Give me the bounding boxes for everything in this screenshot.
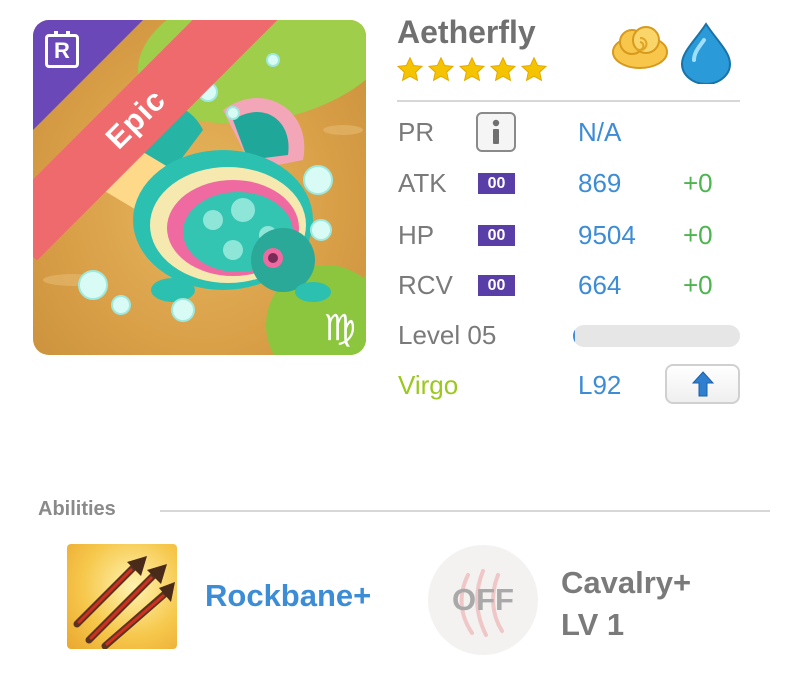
cloud-icon: [612, 26, 668, 69]
abilities-heading: Abilities: [38, 498, 116, 520]
ability-cavalry-level: LV 1: [561, 607, 625, 642]
star-rating: [396, 56, 548, 84]
rcv-value: 664: [578, 270, 622, 300]
ability-cavalry-icon[interactable]: OFF: [428, 545, 538, 655]
hp-value: 9504: [578, 220, 636, 250]
info-icon: [492, 119, 500, 144]
ability-name-rockbane: Rockbane+: [205, 578, 372, 613]
ability-cavalry-name: Cavalry+: [561, 565, 692, 600]
ability-off-status: OFF: [452, 582, 514, 617]
star-icon: [489, 56, 517, 82]
info-button[interactable]: [476, 112, 516, 152]
hp-label: HP: [398, 220, 435, 250]
zodiac-level: L92: [578, 370, 622, 400]
element-icons: [610, 22, 734, 84]
rarity-badge-icon: R: [45, 31, 79, 68]
atk-value: 869: [578, 168, 622, 198]
hp-bonus: +0: [683, 220, 713, 250]
up-arrow-icon: [691, 371, 714, 397]
atk-bonus: +0: [683, 168, 713, 198]
abilities-divider: [160, 510, 770, 512]
rcv-plus-badge: 00: [478, 275, 515, 296]
pr-label: PR: [398, 117, 435, 147]
rcv-bonus: +0: [683, 270, 713, 300]
arrows-icon: [73, 556, 175, 649]
atk-label: ATK: [398, 168, 447, 198]
pr-value: N/A: [578, 117, 622, 147]
monster-name: Aetherfly: [397, 14, 536, 50]
level-label: Level 05: [398, 320, 497, 350]
ability-name-cavalry: Cavalry+ LV 1: [561, 562, 691, 646]
header-divider: [397, 100, 740, 102]
zodiac-label: Virgo: [398, 370, 459, 400]
monster-portrait[interactable]: Epic R ♍: [33, 20, 366, 355]
exp-progress-bar: [573, 325, 740, 347]
star-icon: [520, 56, 548, 82]
star-icon: [458, 56, 486, 82]
rcv-label: RCV: [398, 270, 453, 300]
star-icon: [427, 56, 455, 82]
atk-plus-badge: 00: [478, 173, 515, 194]
hp-plus-badge: 00: [478, 225, 515, 246]
exp-progress-fill: [573, 325, 575, 347]
star-icon: [396, 56, 424, 82]
upgrade-button[interactable]: [665, 364, 740, 404]
ability-rockbane-icon[interactable]: [67, 544, 177, 649]
virgo-icon: ♍: [323, 308, 356, 349]
water-drop-icon: [680, 22, 732, 84]
